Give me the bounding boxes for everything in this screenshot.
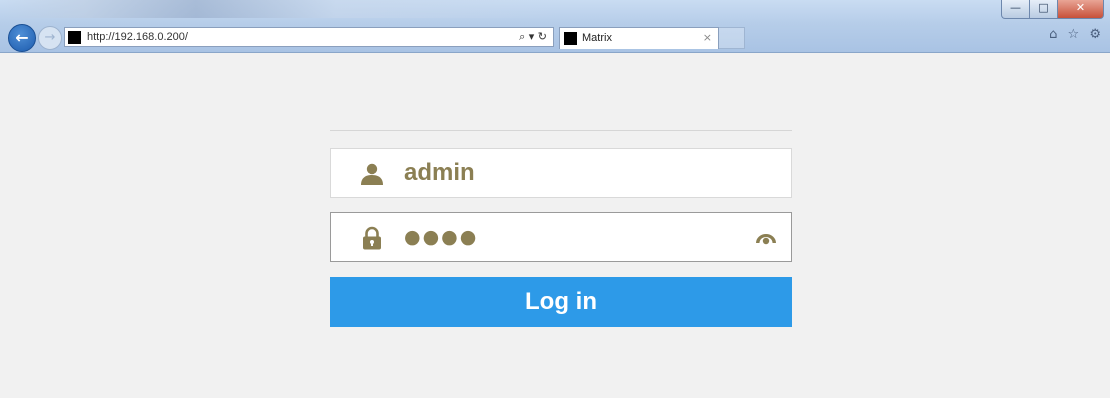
address-url[interactable]: http://192.168.0.200/: [87, 31, 188, 43]
user-icon: [361, 163, 383, 185]
tab-close-icon[interactable]: ×: [703, 31, 712, 44]
new-tab-button[interactable]: [719, 27, 745, 49]
divider: [330, 130, 792, 131]
search-refresh-icons[interactable]: ⌕ ▾ ↻: [519, 30, 547, 44]
minimize-button[interactable]: —: [1001, 0, 1030, 19]
password-value[interactable]: ●●●●: [404, 213, 478, 261]
username-value[interactable]: admin: [404, 149, 475, 197]
close-window-button[interactable]: ✕: [1057, 0, 1104, 19]
lock-icon: [363, 226, 381, 250]
site-favicon-icon: [68, 31, 81, 44]
toolbar-home-favorites-settings-icons[interactable]: ⌂ ☆ ⚙: [1049, 27, 1104, 42]
back-button[interactable]: ←: [8, 24, 36, 52]
login-button[interactable]: Log in: [330, 277, 792, 327]
tab-matrix[interactable]: Matrix ×: [559, 27, 719, 49]
show-password-eye-icon[interactable]: [755, 231, 777, 245]
tab-title: Matrix: [582, 32, 612, 44]
page-content: admin ●●●● Log in: [0, 53, 1110, 398]
browser-titlebar: — □ ✕ ← → http://192.168.0.200/ ⌕ ▾ ↻ Ma…: [0, 0, 1110, 53]
forward-button[interactable]: →: [38, 26, 62, 50]
maximize-button[interactable]: □: [1029, 0, 1058, 19]
window-title-blurred: [0, 0, 560, 18]
username-field[interactable]: admin: [330, 148, 792, 198]
password-field[interactable]: ●●●●: [330, 212, 792, 262]
tab-favicon-icon: [564, 32, 577, 45]
window-controls: — □ ✕: [1001, 0, 1104, 19]
address-bar[interactable]: http://192.168.0.200/ ⌕ ▾ ↻: [64, 27, 554, 47]
